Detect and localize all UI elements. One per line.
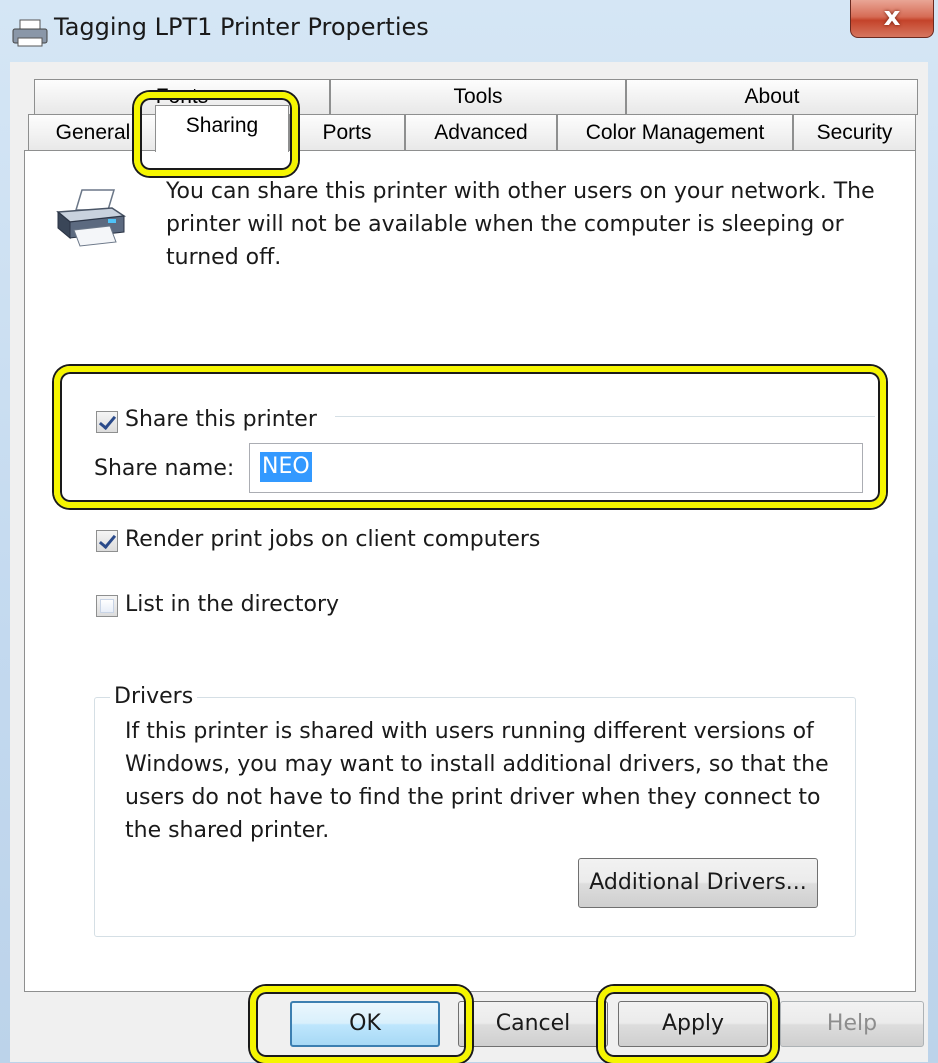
tab-advanced[interactable]: Advanced	[405, 114, 557, 152]
title-bar[interactable]: Tagging LPT1 Printer Properties	[0, 0, 938, 62]
close-button[interactable]: x	[850, 0, 934, 38]
printer-icon	[52, 186, 130, 248]
tab-tools[interactable]: Tools	[330, 79, 626, 115]
window-title: Tagging LPT1 Printer Properties	[54, 13, 429, 41]
share-settings-highlight	[54, 366, 886, 508]
help-button[interactable]: Help	[780, 1001, 924, 1047]
additional-drivers-button[interactable]: Additional Drivers...	[578, 858, 818, 908]
list-directory-label[interactable]: List in the directory	[125, 592, 339, 617]
cancel-button[interactable]: Cancel	[458, 1001, 608, 1047]
tab-about[interactable]: About	[626, 79, 918, 115]
apply-button-highlight	[598, 986, 778, 1063]
close-icon: x	[883, 2, 901, 32]
tab-ports[interactable]: Ports	[289, 114, 405, 152]
drivers-legend: Drivers	[110, 684, 198, 709]
printer-small-icon	[10, 16, 50, 50]
tab-security[interactable]: Security	[793, 114, 916, 152]
sharing-tab-highlight	[134, 92, 298, 176]
ok-button-highlight	[250, 986, 472, 1063]
drivers-description: If this printer is shared with users run…	[125, 719, 829, 843]
tab-color-management[interactable]: Color Management	[557, 114, 793, 152]
sharing-info-text: You can share this printer with other us…	[166, 179, 875, 270]
list-directory-checkbox[interactable]	[96, 595, 118, 617]
render-jobs-checkbox[interactable]	[96, 530, 118, 552]
render-jobs-label[interactable]: Render print jobs on client computers	[125, 527, 540, 552]
